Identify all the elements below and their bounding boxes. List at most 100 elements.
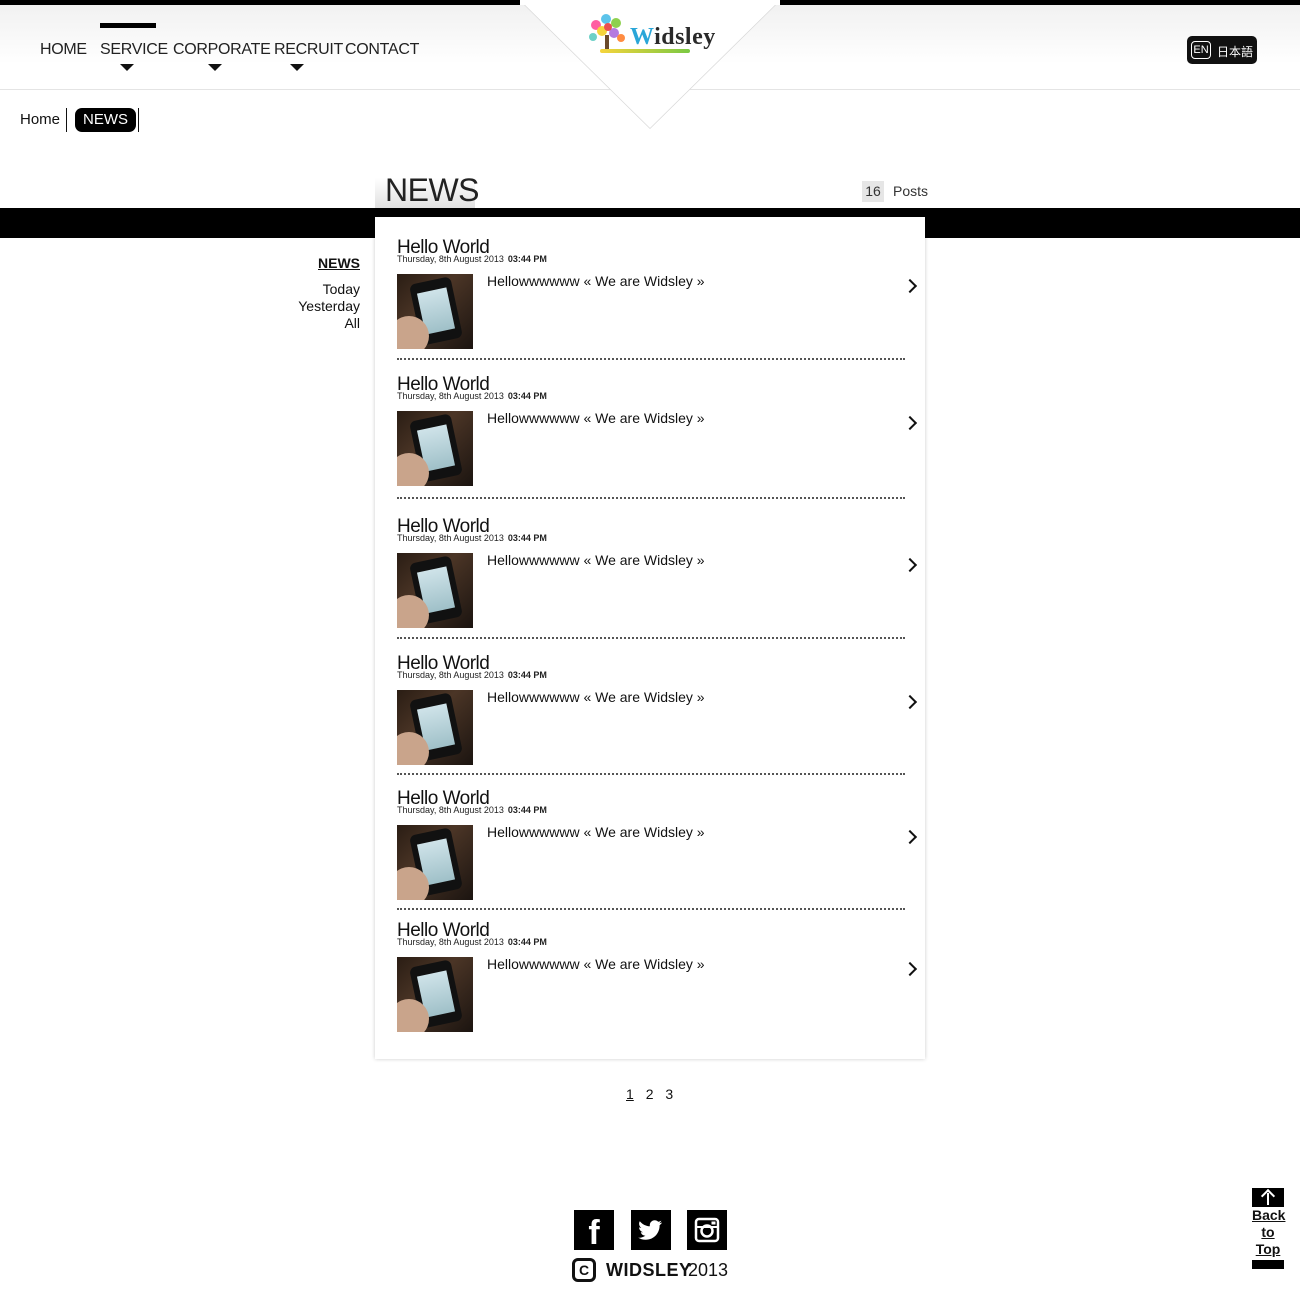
sidebar-filter: NEWS Today Yesterday All [260, 255, 360, 332]
nav-label: HOME [40, 41, 87, 58]
news-item-excerpt: Hellowwwwww « We are Widsley » [487, 824, 705, 840]
nav-item-home[interactable]: HOME [40, 41, 87, 59]
chevron-right-icon[interactable] [902, 694, 918, 710]
news-item-thumbnail[interactable] [397, 825, 473, 900]
twitter-icon [638, 1220, 662, 1240]
chevron-right-icon[interactable] [902, 961, 918, 977]
nav-label: CORPORATE [173, 41, 271, 58]
news-divider [397, 358, 905, 360]
chevron-right-icon[interactable] [902, 278, 918, 294]
news-item[interactable]: Hello World Thursday, 8th August 2013 03:… [397, 516, 918, 646]
news-item-time: 03:44 PM [507, 533, 547, 543]
back-to-top-label-3: Top [1255, 1241, 1281, 1257]
news-item-date: Thursday, 8th August 2013 03:44 PM [397, 391, 547, 401]
news-item-excerpt: Hellowwwwww « We are Widsley » [487, 410, 705, 426]
page-link-3[interactable]: 3 [665, 1086, 673, 1102]
nav-item-service[interactable]: SERVICE [100, 41, 168, 71]
breadcrumb-separator [138, 108, 139, 132]
news-item-date: Thursday, 8th August 2013 03:44 PM [397, 533, 547, 543]
nav-label: SERVICE [100, 41, 168, 58]
news-item-date-text: Thursday, 8th August 2013 [397, 254, 504, 264]
news-item-thumbnail[interactable] [397, 690, 473, 765]
nav-item-contact[interactable]: CONTACT [345, 41, 419, 59]
sidebar-heading-news[interactable]: NEWS [260, 255, 360, 271]
news-item[interactable]: Hello World Thursday, 8th August 2013 03:… [397, 653, 918, 783]
post-count-badge: 16 [862, 181, 884, 202]
copyright-brand: WIDSLEY [606, 1260, 692, 1280]
chevron-right-icon[interactable] [902, 415, 918, 431]
dropdown-arrow-icon [120, 64, 134, 71]
logo-initial: W [630, 24, 655, 50]
back-to-top-bar [1252, 1260, 1284, 1269]
chevron-right-icon[interactable] [902, 829, 918, 845]
news-item-thumbnail[interactable] [397, 553, 473, 628]
nav-item-corporate[interactable]: CORPORATE [173, 41, 271, 71]
back-to-top-label-1: Back [1252, 1207, 1286, 1223]
news-item-time: 03:44 PM [507, 670, 547, 680]
news-item-date-text: Thursday, 8th August 2013 [397, 533, 504, 543]
facebook-icon: f [588, 1214, 600, 1252]
logo-triangle-mask [520, 0, 780, 5]
news-item-date: Thursday, 8th August 2013 03:44 PM [397, 254, 547, 264]
news-item-excerpt: Hellowwwwww « We are Widsley » [487, 552, 705, 568]
news-divider [397, 773, 905, 775]
instagram-link[interactable] [687, 1210, 727, 1250]
news-item-date-text: Thursday, 8th August 2013 [397, 670, 504, 680]
news-item-excerpt: Hellowwwwww « We are Widsley » [487, 689, 705, 705]
news-item[interactable]: Hello World Thursday, 8th August 2013 03:… [397, 788, 918, 918]
pagination: 1 2 3 [626, 1086, 681, 1102]
copyright-year: 2013 [688, 1260, 729, 1280]
news-item-thumbnail[interactable] [397, 411, 473, 486]
nav-label: CONTACT [345, 41, 420, 58]
sidebar-item-today[interactable]: Today [260, 281, 360, 298]
back-to-top-label-2: to [1261, 1224, 1275, 1240]
language-switcher[interactable]: EN 日本語 [1187, 36, 1257, 64]
up-arrow-icon [1252, 1188, 1284, 1207]
twitter-link[interactable] [631, 1210, 671, 1250]
dropdown-arrow-icon [290, 64, 304, 71]
logo-wordmark: idsley [654, 24, 716, 50]
page-link-2[interactable]: 2 [646, 1086, 654, 1102]
news-divider [397, 908, 905, 910]
news-item-excerpt: Hellowwwwww « We are Widsley » [487, 956, 705, 972]
dropdown-arrow-icon [208, 64, 222, 71]
page-title: NEWS [385, 172, 480, 208]
nav-item-recruit[interactable]: RECRUIT [274, 41, 344, 71]
sidebar-item-all[interactable]: All [260, 315, 360, 332]
breadcrumb-home-link[interactable]: Home [20, 111, 60, 128]
news-item[interactable]: Hello World Thursday, 8th August 2013 03:… [397, 237, 918, 367]
sidebar-item-yesterday[interactable]: Yesterday [260, 298, 360, 315]
nav-label: RECRUIT [274, 41, 344, 58]
logo-text: Widsley [630, 24, 716, 51]
post-count-label: Posts [893, 183, 929, 199]
breadcrumb-current[interactable]: NEWS [75, 108, 136, 132]
copyright-icon: C [572, 1258, 596, 1282]
news-item-date: Thursday, 8th August 2013 03:44 PM [397, 937, 547, 947]
news-item-thumbnail[interactable] [397, 274, 473, 349]
news-item[interactable]: Hello World Thursday, 8th August 2013 03:… [397, 920, 918, 1050]
news-item-thumbnail[interactable] [397, 957, 473, 1032]
news-item-time: 03:44 PM [507, 805, 547, 815]
news-item-time: 03:44 PM [507, 391, 547, 401]
lang-ja-link[interactable]: 日本語 [1217, 43, 1253, 60]
news-item-excerpt: Hellowwwwww « We are Widsley » [487, 273, 705, 289]
news-item-time: 03:44 PM [507, 254, 547, 264]
news-item-date-text: Thursday, 8th August 2013 [397, 805, 504, 815]
news-item-date: Thursday, 8th August 2013 03:44 PM [397, 670, 547, 680]
page-link-1[interactable]: 1 [626, 1086, 634, 1102]
instagram-icon [694, 1217, 720, 1243]
site-logo[interactable]: Widsley [586, 11, 716, 57]
news-item-date: Thursday, 8th August 2013 03:44 PM [397, 805, 547, 815]
news-item[interactable]: Hello World Thursday, 8th August 2013 03:… [397, 374, 918, 504]
news-divider [397, 497, 905, 499]
facebook-link[interactable]: f [574, 1210, 614, 1252]
lang-en-badge[interactable]: EN [1191, 41, 1211, 59]
nav-active-indicator [100, 23, 156, 28]
news-item-date-text: Thursday, 8th August 2013 [397, 937, 504, 947]
breadcrumb-separator [66, 108, 67, 132]
back-to-top-button[interactable]: Back to Top [1252, 1188, 1286, 1269]
news-item-date-text: Thursday, 8th August 2013 [397, 391, 504, 401]
news-item-time: 03:44 PM [507, 937, 547, 947]
arrow-stem [1267, 1193, 1269, 1205]
chevron-right-icon[interactable] [902, 557, 918, 573]
